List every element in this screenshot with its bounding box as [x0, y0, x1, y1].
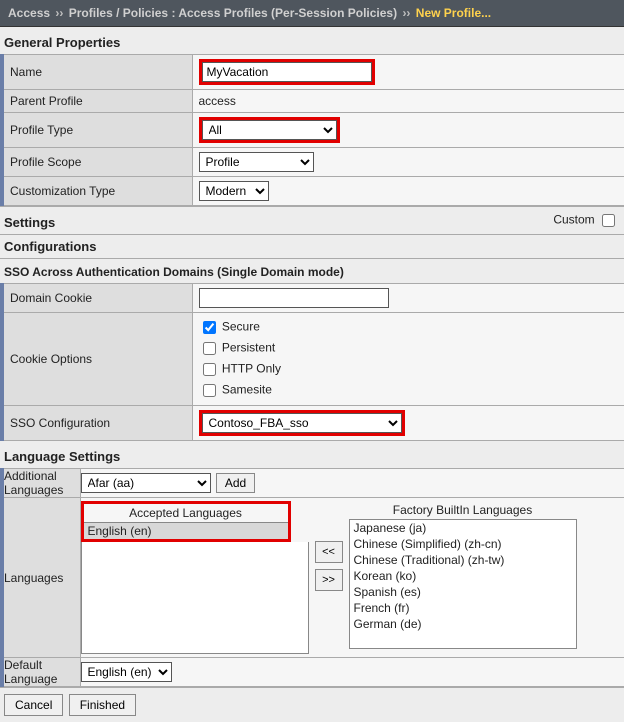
- list-item[interactable]: German (de): [350, 616, 576, 632]
- name-input[interactable]: [202, 62, 372, 82]
- parent-profile-value: access: [192, 90, 624, 113]
- persistent-label: Persistent: [222, 341, 275, 355]
- persistent-checkbox[interactable]: [203, 342, 216, 355]
- breadcrumb-sep: ››: [55, 6, 63, 20]
- accepted-languages-listbox[interactable]: [81, 542, 309, 654]
- profile-scope-label: Profile Scope: [2, 148, 192, 177]
- general-properties-table: Name Parent Profile access Profile Type …: [0, 54, 624, 206]
- list-item[interactable]: Chinese (Traditional) (zh-tw): [350, 552, 576, 568]
- profile-type-select[interactable]: All: [202, 120, 337, 140]
- list-item[interactable]: French (fr): [350, 600, 576, 616]
- sso-table: Domain Cookie Cookie Options Secure Pers…: [0, 283, 624, 441]
- breadcrumb-sep: ››: [402, 6, 410, 20]
- general-properties-header: General Properties: [0, 27, 624, 54]
- cookie-options-label: Cookie Options: [2, 313, 192, 406]
- custom-checkbox[interactable]: [602, 214, 615, 227]
- list-item[interactable]: Spanish (es): [350, 584, 576, 600]
- additional-languages-select[interactable]: Afar (aa): [81, 473, 211, 493]
- http-only-checkbox[interactable]: [203, 363, 216, 376]
- samesite-checkbox[interactable]: [203, 384, 216, 397]
- sso-configuration-label: SSO Configuration: [2, 406, 192, 441]
- customization-type-label: Customization Type: [2, 177, 192, 206]
- secure-checkbox[interactable]: [203, 321, 216, 334]
- default-language-select[interactable]: English (en): [81, 662, 172, 682]
- finished-button[interactable]: Finished: [69, 694, 136, 716]
- move-right-button[interactable]: >>: [315, 569, 343, 591]
- sso-configuration-select[interactable]: Contoso_FBA_sso: [202, 413, 402, 433]
- settings-header: Settings: [0, 207, 59, 234]
- add-button[interactable]: Add: [216, 473, 255, 493]
- secure-label: Secure: [222, 320, 260, 334]
- default-language-label: Default Language: [2, 658, 80, 687]
- profile-type-label: Profile Type: [2, 113, 192, 148]
- name-label: Name: [2, 55, 192, 90]
- sso-header: SSO Across Authentication Domains (Singl…: [0, 258, 624, 283]
- list-item[interactable]: Japanese (ja): [350, 520, 576, 536]
- list-item[interactable]: Chinese (Simplified) (zh-cn): [350, 536, 576, 552]
- footer-buttons: Cancel Finished: [0, 687, 624, 722]
- samesite-label: Samesite: [222, 383, 272, 397]
- breadcrumb: Access ›› Profiles / Policies : Access P…: [0, 0, 624, 27]
- breadcrumb-leaf: New Profile...: [416, 6, 491, 20]
- domain-cookie-label: Domain Cookie: [2, 284, 192, 313]
- list-item[interactable]: Korean (ko): [350, 568, 576, 584]
- custom-checkbox-label: Custom: [553, 213, 594, 227]
- breadcrumb-root[interactable]: Access: [8, 6, 50, 20]
- language-settings-table: Additional Languages Afar (aa) Add Langu…: [0, 468, 624, 687]
- accepted-language-item[interactable]: English (en): [84, 522, 288, 539]
- configurations-header: Configurations: [0, 235, 624, 258]
- factory-languages-listbox[interactable]: Japanese (ja) Chinese (Simplified) (zh-c…: [349, 519, 577, 649]
- parent-profile-label: Parent Profile: [2, 90, 192, 113]
- profile-scope-select[interactable]: Profile: [199, 152, 314, 172]
- accepted-languages-title: Accepted Languages: [84, 504, 288, 522]
- move-left-button[interactable]: <<: [315, 541, 343, 563]
- additional-languages-label: Additional Languages: [2, 469, 80, 498]
- domain-cookie-input[interactable]: [199, 288, 389, 308]
- language-settings-header: Language Settings: [0, 441, 624, 468]
- customization-type-select[interactable]: Modern: [199, 181, 269, 201]
- factory-languages-title: Factory BuiltIn Languages: [349, 501, 577, 519]
- http-only-label: HTTP Only: [222, 362, 281, 376]
- breadcrumb-mid[interactable]: Profiles / Policies : Access Profiles (P…: [69, 6, 397, 20]
- cancel-button[interactable]: Cancel: [4, 694, 63, 716]
- languages-label: Languages: [2, 498, 80, 658]
